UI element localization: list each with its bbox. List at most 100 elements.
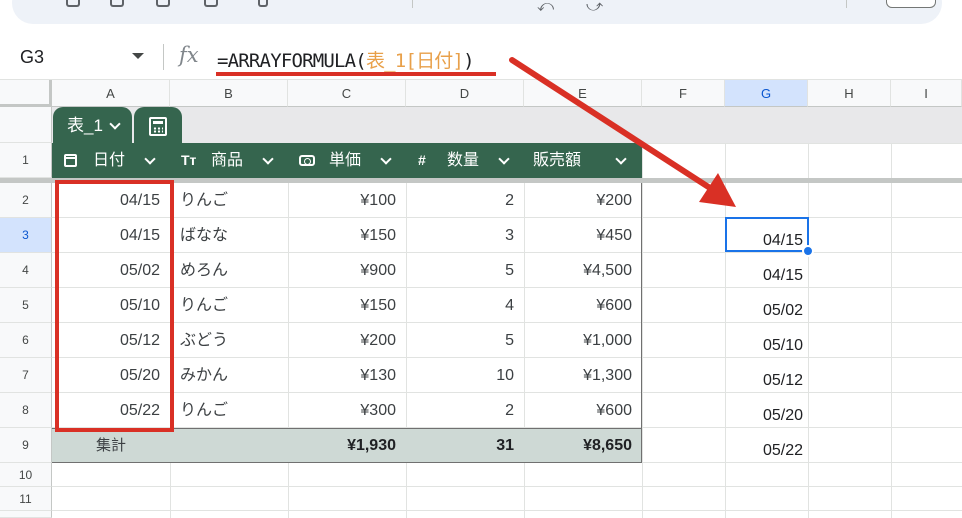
table-name-band xyxy=(52,107,962,143)
column-g-cell[interactable]: 05/22 xyxy=(725,433,803,468)
totals-price[interactable]: ¥1,930 xyxy=(288,428,396,463)
column-header-a[interactable]: A xyxy=(52,80,170,107)
redo-icon[interactable] xyxy=(156,0,170,7)
fx-icon: fx xyxy=(179,43,199,67)
table-cell-product[interactable]: りんご xyxy=(180,393,288,428)
formula-input[interactable]: =ARRAYFORMULA(表_1[日付]) xyxy=(217,46,475,73)
column-g-cell[interactable]: 05/02 xyxy=(725,293,803,328)
table-cell-product[interactable]: りんご xyxy=(180,288,288,323)
row-header-10[interactable]: 10 xyxy=(0,463,52,487)
table-cell-price[interactable]: ¥130 xyxy=(288,358,396,393)
chevron-down-icon[interactable] xyxy=(132,53,144,59)
table-cell-product[interactable]: みかん xyxy=(180,358,288,393)
calendar-icon xyxy=(64,154,77,167)
column-g-cell[interactable]: 05/12 xyxy=(725,363,803,398)
name-box-divider xyxy=(163,44,164,70)
formula-suffix: ) xyxy=(463,50,474,72)
header-qty[interactable]: 数量 xyxy=(447,143,479,178)
header-price[interactable]: 単価 xyxy=(329,143,361,178)
undo-icon[interactable] xyxy=(110,0,124,7)
currency-icon xyxy=(299,155,315,166)
table-cell-sales[interactable]: ¥600 xyxy=(524,393,632,428)
paint-format-icon[interactable] xyxy=(258,0,268,7)
row-header-4[interactable]: 4 xyxy=(0,253,52,288)
totals-sales[interactable]: ¥8,650 xyxy=(524,428,632,463)
redo-arrow-icon[interactable]: ⤻ xyxy=(586,0,603,16)
column-header-d[interactable]: D xyxy=(406,80,524,107)
formula-red-underline xyxy=(216,72,496,76)
grid-line xyxy=(52,510,962,511)
table-cell-qty[interactable]: 4 xyxy=(406,288,514,323)
date-column-highlight-box xyxy=(55,180,174,432)
row-header-1[interactable]: 1 xyxy=(0,143,52,178)
column-g-cell[interactable]: 05/10 xyxy=(725,328,803,363)
table-cell-price[interactable]: ¥150 xyxy=(288,288,396,323)
formula-prefix: =ARRAYFORMULA( xyxy=(217,50,367,72)
active-cell-selection[interactable] xyxy=(725,217,809,252)
column-header-g[interactable]: G xyxy=(725,80,808,107)
column-header-f[interactable]: F xyxy=(642,80,725,107)
header-sales[interactable]: 販売額 xyxy=(533,143,581,178)
table-cell-qty[interactable]: 10 xyxy=(406,358,514,393)
search-menus-icon[interactable] xyxy=(66,0,80,7)
column-header-h[interactable]: H xyxy=(808,80,891,107)
toolbar-divider xyxy=(846,0,847,8)
table-right-border xyxy=(641,183,642,463)
table-cell-qty[interactable]: 3 xyxy=(406,218,514,253)
table-cell-price[interactable]: ¥200 xyxy=(288,323,396,358)
table-cell-price[interactable]: ¥300 xyxy=(288,393,396,428)
table-cell-qty[interactable]: 5 xyxy=(406,253,514,288)
undo-arrow-icon[interactable]: ⤺ xyxy=(537,0,554,16)
table-cell-sales[interactable]: ¥1,000 xyxy=(524,323,632,358)
totals-label[interactable]: 集計 xyxy=(96,428,166,463)
column-header-i[interactable]: I xyxy=(891,80,962,107)
table-cell-qty[interactable]: 2 xyxy=(406,183,514,218)
table-cell-qty[interactable]: 5 xyxy=(406,323,514,358)
column-g-cell[interactable]: 05/20 xyxy=(725,398,803,433)
calculator-icon[interactable] xyxy=(149,117,167,136)
totals-qty[interactable]: 31 xyxy=(406,428,514,463)
toolbar: ⤺ ⤻ xyxy=(0,0,962,34)
toolbar-divider xyxy=(412,0,413,8)
table-cell-product[interactable]: りんご xyxy=(180,183,288,218)
column-header-e[interactable]: E xyxy=(524,80,642,107)
number-type-icon: # xyxy=(418,152,426,168)
toolbar-background xyxy=(12,0,942,24)
column-header-b[interactable]: B xyxy=(170,80,288,107)
row-header-blank xyxy=(0,107,52,143)
table-cell-price[interactable]: ¥150 xyxy=(288,218,396,253)
row-header-12[interactable] xyxy=(0,511,52,518)
table-cell-sales[interactable]: ¥450 xyxy=(524,218,632,253)
table-cell-product[interactable]: めろん xyxy=(180,253,288,288)
table-name-tab[interactable]: 表_1 xyxy=(53,107,132,143)
table-cell-price[interactable]: ¥100 xyxy=(288,183,396,218)
row-header-7[interactable]: 7 xyxy=(0,358,52,393)
table-name-label: 表_1 xyxy=(67,116,103,135)
select-all-corner[interactable] xyxy=(0,80,52,107)
fill-handle[interactable] xyxy=(802,245,814,257)
row-header-5[interactable]: 5 xyxy=(0,288,52,323)
table-cell-sales[interactable]: ¥1,300 xyxy=(524,358,632,393)
header-product[interactable]: 商品 xyxy=(211,143,243,178)
row-header-8[interactable]: 8 xyxy=(0,393,52,428)
row-header-9[interactable]: 9 xyxy=(0,428,52,463)
table-cell-qty[interactable]: 2 xyxy=(406,393,514,428)
column-header-c[interactable]: C xyxy=(288,80,406,107)
row-header-2[interactable]: 2 xyxy=(0,183,52,218)
print-icon[interactable] xyxy=(204,0,218,7)
header-date[interactable]: 日付 xyxy=(93,143,125,178)
row-header-11[interactable]: 11 xyxy=(0,487,52,511)
column-g-cell[interactable]: 04/15 xyxy=(725,258,803,293)
table-cell-sales[interactable]: ¥600 xyxy=(524,288,632,323)
table-cell-sales[interactable]: ¥4,500 xyxy=(524,253,632,288)
row-header-3[interactable]: 3 xyxy=(0,218,52,253)
table-cell-product[interactable]: ぶどう xyxy=(180,323,288,358)
name-box[interactable]: G3 xyxy=(0,34,160,80)
table-cell-product[interactable]: ばなな xyxy=(180,218,288,253)
table-cell-price[interactable]: ¥900 xyxy=(288,253,396,288)
row-header-6[interactable]: 6 xyxy=(0,323,52,358)
formula-table-ref: 表_1[日付] xyxy=(365,50,464,72)
text-type-icon: Tт xyxy=(181,152,197,168)
table-cell-sales[interactable]: ¥200 xyxy=(524,183,632,218)
toolbar-button[interactable] xyxy=(886,0,936,8)
